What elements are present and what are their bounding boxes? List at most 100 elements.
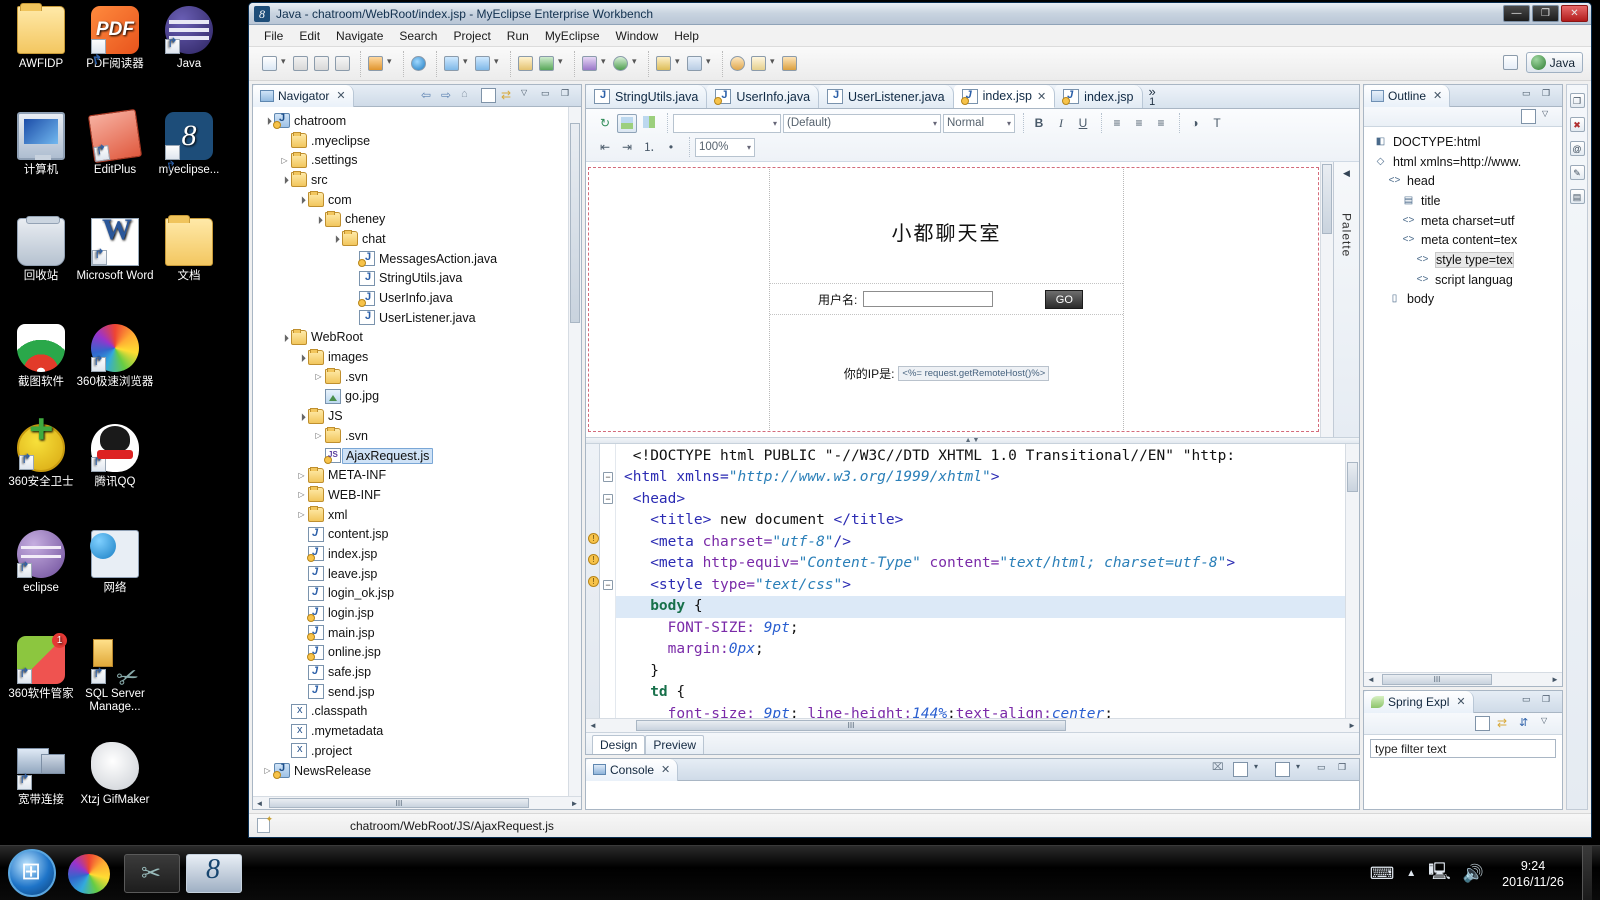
save-all-icon[interactable] bbox=[312, 54, 332, 74]
fold-collapse-icon[interactable]: − bbox=[603, 472, 613, 482]
desktop-icon-pdf-reader[interactable]: PDFPDF阅读器 bbox=[76, 6, 154, 71]
tab-design[interactable]: Design bbox=[592, 735, 646, 754]
editor-tab[interactable]: UserListener.java bbox=[819, 85, 954, 108]
outline-node[interactable]: ▯ body bbox=[1366, 290, 1560, 310]
close-icon[interactable]: ✕ bbox=[1433, 89, 1442, 102]
tab-navigator[interactable]: Navigator ✕ bbox=[253, 85, 354, 107]
save-icon[interactable] bbox=[291, 54, 311, 74]
outline-node[interactable]: <> meta charset=utf bbox=[1366, 211, 1560, 231]
desktop-icon-microsoft-word[interactable]: Microsoft Word bbox=[76, 218, 154, 283]
tree-node[interactable]: UserListener.java bbox=[257, 308, 568, 328]
external-tools-icon[interactable] bbox=[654, 54, 674, 74]
run-dropdown-icon[interactable] bbox=[558, 54, 567, 74]
format-combo[interactable]: Normal ▾ bbox=[943, 113, 1015, 133]
forward-icon[interactable]: ⇨ bbox=[441, 88, 456, 103]
restore-view-icon[interactable]: ❐ bbox=[1569, 93, 1585, 108]
tree-node[interactable]: go.jpg bbox=[257, 387, 568, 407]
editor-tab[interactable]: index.jsp ✕ bbox=[953, 85, 1056, 108]
deploy-icon[interactable] bbox=[442, 54, 462, 74]
tab-preview[interactable]: Preview bbox=[645, 735, 705, 754]
debug-icon[interactable] bbox=[580, 54, 600, 74]
tree-expand-icon[interactable] bbox=[295, 412, 308, 421]
menu-edit[interactable]: Edit bbox=[292, 27, 327, 45]
split-vertical-icon[interactable] bbox=[639, 114, 659, 133]
folding-column[interactable]: − − − bbox=[600, 443, 616, 718]
tree-node[interactable]: .svn bbox=[257, 367, 568, 387]
zoom-combo[interactable]: 100% ▾ bbox=[695, 137, 755, 157]
minimize-view-icon[interactable]: ▭ bbox=[1317, 762, 1332, 777]
style-combo[interactable]: ▾ bbox=[673, 113, 781, 133]
highlight-icon[interactable]: T bbox=[1207, 114, 1227, 133]
maximize-view-icon[interactable]: ❐ bbox=[1542, 694, 1557, 709]
tree-node[interactable]: .mymetadata bbox=[257, 721, 568, 741]
scroll-right-icon[interactable]: ► bbox=[1548, 675, 1562, 684]
tree-expand-icon[interactable] bbox=[278, 175, 291, 184]
scroll-left-icon[interactable]: ◄ bbox=[253, 799, 266, 808]
run-as-dropdown-icon[interactable] bbox=[632, 54, 641, 74]
keyboard-icon[interactable]: ⌨ bbox=[1370, 864, 1395, 884]
myeclipse-db-icon[interactable] bbox=[366, 54, 386, 74]
taskbar-sql-server[interactable] bbox=[124, 854, 180, 893]
menu-navigate[interactable]: Navigate bbox=[329, 27, 390, 45]
scroll-right-icon[interactable]: ► bbox=[568, 799, 581, 808]
source-code[interactable]: <!DOCTYPE html PUBLIC "-//W3C//DTD XHTML… bbox=[616, 444, 1359, 718]
outline-node[interactable]: <> meta content=tex bbox=[1366, 230, 1560, 250]
show-desktop-button[interactable] bbox=[1582, 846, 1592, 900]
source-line[interactable]: <head> bbox=[616, 489, 1359, 511]
view-menu-icon[interactable]: ▽ bbox=[521, 88, 536, 103]
tree-node[interactable]: main.jsp bbox=[257, 623, 568, 643]
tree-node[interactable]: online.jsp bbox=[257, 643, 568, 663]
editor-tab[interactable]: UserInfo.java bbox=[707, 85, 820, 108]
open-console-icon[interactable] bbox=[1275, 762, 1290, 777]
db-dropdown-icon[interactable] bbox=[387, 54, 396, 74]
tree-node[interactable]: send.jsp bbox=[257, 682, 568, 702]
design-source-splitter[interactable]: ▲▼ bbox=[586, 436, 1359, 444]
taskbar-360-browser[interactable] bbox=[68, 854, 110, 894]
open-perspective-icon[interactable] bbox=[1501, 53, 1521, 73]
link-editor-icon[interactable]: ⇄ bbox=[501, 88, 516, 103]
tree-node[interactable]: MessagesAction.java bbox=[257, 249, 568, 269]
tab-console[interactable]: Console ✕ bbox=[586, 759, 679, 781]
volume-icon[interactable]: 🔊 bbox=[1463, 864, 1484, 884]
ip-jsp-expression[interactable]: <%= request.getRemoteHost()%> bbox=[898, 366, 1050, 381]
new-class-icon[interactable] bbox=[685, 54, 705, 74]
tree-expand-icon[interactable] bbox=[295, 510, 308, 519]
view-menu-icon[interactable]: ▽ bbox=[1542, 109, 1557, 124]
tree-node[interactable]: StringUtils.java bbox=[257, 269, 568, 289]
problems-icon[interactable]: ✖ bbox=[1569, 117, 1585, 132]
close-icon[interactable]: ✕ bbox=[1456, 695, 1465, 708]
editor-tab[interactable]: index.jsp bbox=[1055, 85, 1143, 108]
tree-node[interactable]: WebRoot bbox=[257, 328, 568, 348]
source-vscrollbar[interactable] bbox=[1345, 443, 1359, 718]
minimize-button[interactable]: — bbox=[1503, 5, 1530, 22]
outline-node[interactable]: ▤ title bbox=[1366, 191, 1560, 211]
desktop-icon-screenshot-tool[interactable]: 截图软件 bbox=[2, 324, 80, 389]
underline-button[interactable]: U bbox=[1073, 114, 1093, 133]
source-line[interactable]: } bbox=[616, 661, 1359, 683]
source-line[interactable]: <meta charset="utf-8"/> bbox=[616, 532, 1359, 554]
source-line[interactable]: <title> new document </title> bbox=[616, 510, 1359, 532]
source-line[interactable]: <meta http-equiv="Content-Type" content=… bbox=[616, 553, 1359, 575]
menu-search[interactable]: Search bbox=[392, 27, 444, 45]
tab-spring-explorer[interactable]: Spring Expl ✕ bbox=[1364, 691, 1474, 713]
close-icon[interactable]: ✕ bbox=[1037, 90, 1046, 103]
desktop[interactable]: AWFIDP PDFPDF阅读器 Java 计算机 EditPlus 8myec… bbox=[0, 0, 250, 845]
palette-expand-icon[interactable]: ◀ bbox=[1343, 168, 1350, 179]
clear-console-icon[interactable]: ⌧ bbox=[1212, 762, 1227, 777]
collapse-all-icon[interactable] bbox=[481, 88, 496, 103]
desktop-icon-360-browser[interactable]: 360极速浏览器 bbox=[76, 324, 154, 389]
tree-node[interactable]: AjaxRequest.js bbox=[257, 446, 568, 466]
network-icon[interactable]: 🖳 bbox=[1428, 859, 1451, 888]
source-line[interactable]: <html xmlns="http://www.w3.org/1999/xhtm… bbox=[616, 467, 1359, 489]
tree-node[interactable]: login.jsp bbox=[257, 603, 568, 623]
server-icon[interactable] bbox=[473, 54, 493, 74]
desktop-icon-sql-server[interactable]: SQL Server Manage... bbox=[76, 636, 154, 714]
tree-node[interactable]: .svn bbox=[257, 426, 568, 446]
align-center-icon[interactable]: ≡ bbox=[1129, 114, 1149, 133]
navigator-tree[interactable]: chatroom .myeclipse .settings srccom cheney c… bbox=[253, 107, 568, 796]
web-browser-icon[interactable] bbox=[409, 54, 429, 74]
tree-node[interactable]: login_ok.jsp bbox=[257, 584, 568, 604]
tree-node[interactable]: com bbox=[257, 190, 568, 210]
bulleted-list-icon[interactable]: • bbox=[661, 138, 681, 157]
close-icon[interactable]: ✕ bbox=[336, 89, 345, 102]
